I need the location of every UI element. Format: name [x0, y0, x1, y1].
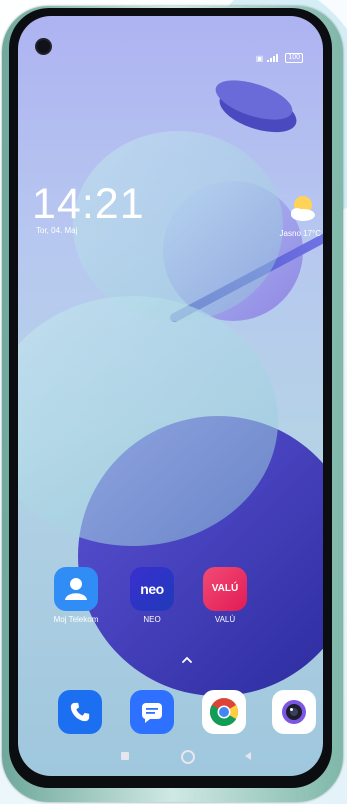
clock-widget[interactable]: 14:21	[32, 183, 145, 226]
front-camera	[37, 40, 50, 53]
person-icon	[54, 567, 98, 611]
app-label: VALÚ	[214, 615, 236, 624]
app-label: NEO	[143, 615, 161, 624]
dock-phone[interactable]	[58, 690, 102, 734]
sim-icon: ▣	[255, 53, 264, 63]
wallpaper	[18, 80, 323, 696]
dock-chrome[interactable]	[202, 690, 246, 734]
dock-messages[interactable]	[130, 690, 174, 734]
app-moj-telekom[interactable]: Moj Telekom	[46, 567, 106, 624]
phone-icon	[70, 702, 90, 722]
messages-icon	[142, 703, 162, 723]
nav-back-button[interactable]	[243, 751, 253, 761]
signal-icon	[267, 54, 279, 62]
battery-indicator: 100	[285, 53, 303, 63]
app-label: Moj Telekom	[53, 615, 99, 624]
chrome-icon	[210, 698, 238, 726]
home-screen: ▣ 100	[18, 16, 323, 776]
app-valu[interactable]: VALÚ VALÚ	[195, 567, 255, 624]
nav-recents-button[interactable]	[121, 752, 129, 760]
valu-logo-icon: VALÚ	[203, 567, 247, 611]
camera-icon	[282, 700, 306, 724]
date-label: Tor, 04. Maj	[36, 226, 78, 235]
weather-widget[interactable]: Jasno 17°C	[280, 229, 321, 238]
chevron-up-icon[interactable]	[181, 654, 193, 666]
neo-logo-icon: neo	[130, 567, 174, 611]
status-bar: ▣ 100	[256, 53, 303, 63]
app-neo[interactable]: neo NEO	[122, 567, 182, 624]
nav-home-button[interactable]	[181, 750, 195, 764]
sun-cloud-icon	[291, 196, 315, 221]
dock-camera[interactable]	[272, 690, 316, 734]
